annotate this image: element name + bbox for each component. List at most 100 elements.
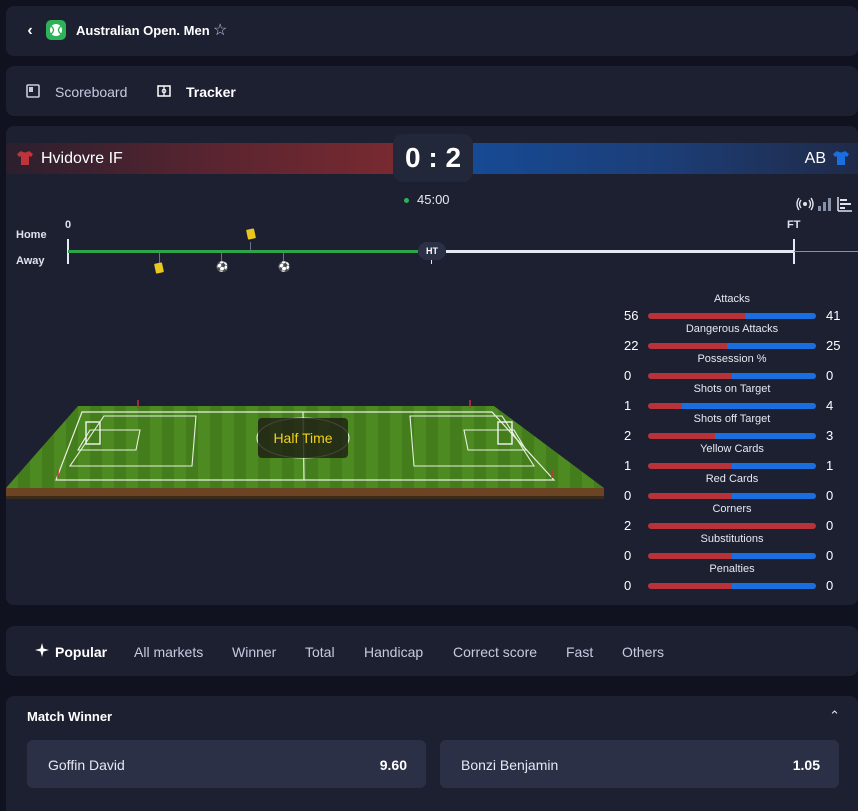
odds-button[interactable]: Bonzi Benjamin 1.05 — [440, 740, 839, 788]
stat-label: Shots off Target — [693, 413, 771, 425]
tab-scoreboard[interactable]: Scoreboard — [55, 84, 127, 100]
stat-bar-home — [648, 583, 732, 589]
stat-away-value: 41 — [826, 308, 841, 323]
view-tabs: Scoreboard Tracker — [6, 66, 858, 116]
odds-button[interactable]: Goffin David 9.60 — [27, 740, 426, 788]
stat-bar — [648, 373, 816, 379]
stat-label: Possession % — [697, 353, 767, 365]
stat-label: Yellow Cards — [700, 443, 764, 455]
half-time-label: Half Time — [258, 418, 348, 458]
stat-bar — [648, 493, 816, 499]
stat-home-value: 0 — [624, 368, 632, 383]
away-team-band — [458, 143, 858, 174]
match-tracker: Hvidovre IF AB 0 : 2 45:00 Home Away 0 F… — [6, 126, 858, 605]
yellow-card-icon — [246, 228, 256, 240]
stat-bar-home — [648, 373, 732, 379]
tennis-ball-icon — [46, 20, 66, 40]
stat-home-value: 0 — [624, 488, 632, 503]
timeline-ft-label: FT — [787, 219, 801, 231]
selection-name: Goffin David — [48, 757, 125, 773]
stat-home-value: 1 — [624, 458, 632, 473]
stat-bar-home — [648, 343, 727, 349]
pitch-icon — [157, 85, 171, 97]
stat-away-value: 0 — [826, 368, 834, 383]
goal-ball-icon: ⚽ — [216, 262, 229, 273]
event-header: ‹ Australian Open. Men ☆ — [6, 6, 858, 56]
stat-bar-home — [648, 463, 732, 469]
chevron-up-icon[interactable]: ⌃ — [829, 708, 840, 724]
tab-total[interactable]: Total — [305, 644, 335, 660]
stat-home-value: 22 — [624, 338, 639, 353]
stat-label: Penalties — [709, 563, 755, 575]
stats-icon[interactable] — [837, 196, 853, 212]
stat-away-value: 3 — [826, 428, 834, 443]
match-clock: 45:00 — [404, 192, 450, 207]
stat-bar-home — [648, 433, 716, 439]
chevron-left-icon[interactable]: ‹ — [20, 21, 40, 41]
stat-away-value: 0 — [826, 548, 834, 563]
stat-away-value: 25 — [826, 338, 841, 353]
stat-bar — [648, 583, 816, 589]
goal-ball-icon: ⚽ — [278, 262, 291, 273]
stat-bar-home — [648, 403, 682, 409]
stat-bar — [648, 403, 816, 409]
timeline-away-label: Away — [16, 255, 45, 267]
stat-bar — [648, 463, 816, 469]
market-tabs: Popular All markets Winner Total Handica… — [6, 626, 858, 676]
tab-correct-score[interactable]: Correct score — [453, 644, 537, 660]
timeline-ht-marker: HT — [418, 242, 446, 260]
timeline-start-label: 0 — [65, 219, 72, 231]
stat-bar-away — [726, 343, 816, 349]
stat-bar-away — [732, 373, 816, 379]
tab-fast[interactable]: Fast — [566, 644, 593, 660]
match-winner-market: Match Winner ⌃ Goffin David 9.60 Bonzi B… — [6, 696, 858, 811]
tab-popular[interactable]: Popular — [55, 644, 107, 660]
match-time: 45:00 — [417, 192, 450, 207]
stat-label: Red Cards — [705, 473, 759, 485]
stat-bar — [648, 313, 816, 319]
tournament-title: Australian Open. Men — [76, 23, 210, 38]
timeline-progress — [68, 250, 418, 253]
stat-away-value: 1 — [826, 458, 834, 473]
timeline-tail — [794, 251, 858, 252]
stat-bar-away — [715, 433, 816, 439]
timeline-remaining — [446, 250, 794, 253]
stat-bar-home — [648, 523, 816, 529]
sparkle-icon — [35, 643, 49, 657]
selection-name: Bonzi Benjamin — [461, 757, 559, 773]
stat-away-value: 0 — [826, 488, 834, 503]
stat-bar-away — [681, 403, 816, 409]
stat-label: Dangerous Attacks — [685, 323, 779, 335]
stat-label: Corners — [712, 503, 752, 515]
stat-label: Substitutions — [700, 533, 764, 545]
tab-others[interactable]: Others — [622, 644, 664, 660]
stat-bar — [648, 523, 816, 529]
stat-away-value: 0 — [826, 518, 834, 533]
star-outline-icon[interactable]: ☆ — [213, 20, 227, 40]
stat-bar-away — [732, 493, 816, 499]
tab-winner[interactable]: Winner — [232, 644, 276, 660]
tab-tracker[interactable]: Tracker — [186, 84, 236, 100]
away-shirt-icon — [833, 151, 849, 165]
tab-handicap[interactable]: Handicap — [364, 644, 423, 660]
stat-bar-home — [648, 553, 732, 559]
stat-home-value: 2 — [624, 518, 632, 533]
stat-bar-home — [648, 493, 732, 499]
stat-bar-away — [744, 313, 816, 319]
home-team-name: Hvidovre IF — [41, 150, 123, 167]
stat-bar-away — [732, 583, 816, 589]
live-dot-icon — [404, 198, 409, 204]
stat-home-value: 2 — [624, 428, 632, 443]
broadcast-icon[interactable] — [796, 196, 814, 212]
home-shirt-icon — [17, 151, 33, 165]
selection-odds: 9.60 — [379, 757, 407, 773]
signal-bars-icon[interactable] — [817, 196, 833, 212]
timeline-home-label: Home — [16, 229, 47, 241]
away-team-name: AB — [804, 150, 826, 167]
stat-bar-home — [648, 313, 745, 319]
event-stem — [250, 242, 251, 251]
stat-home-value: 56 — [624, 308, 639, 323]
stat-home-value: 0 — [624, 548, 632, 563]
tab-all-markets[interactable]: All markets — [134, 644, 203, 660]
scoreboard-icon — [26, 84, 40, 98]
